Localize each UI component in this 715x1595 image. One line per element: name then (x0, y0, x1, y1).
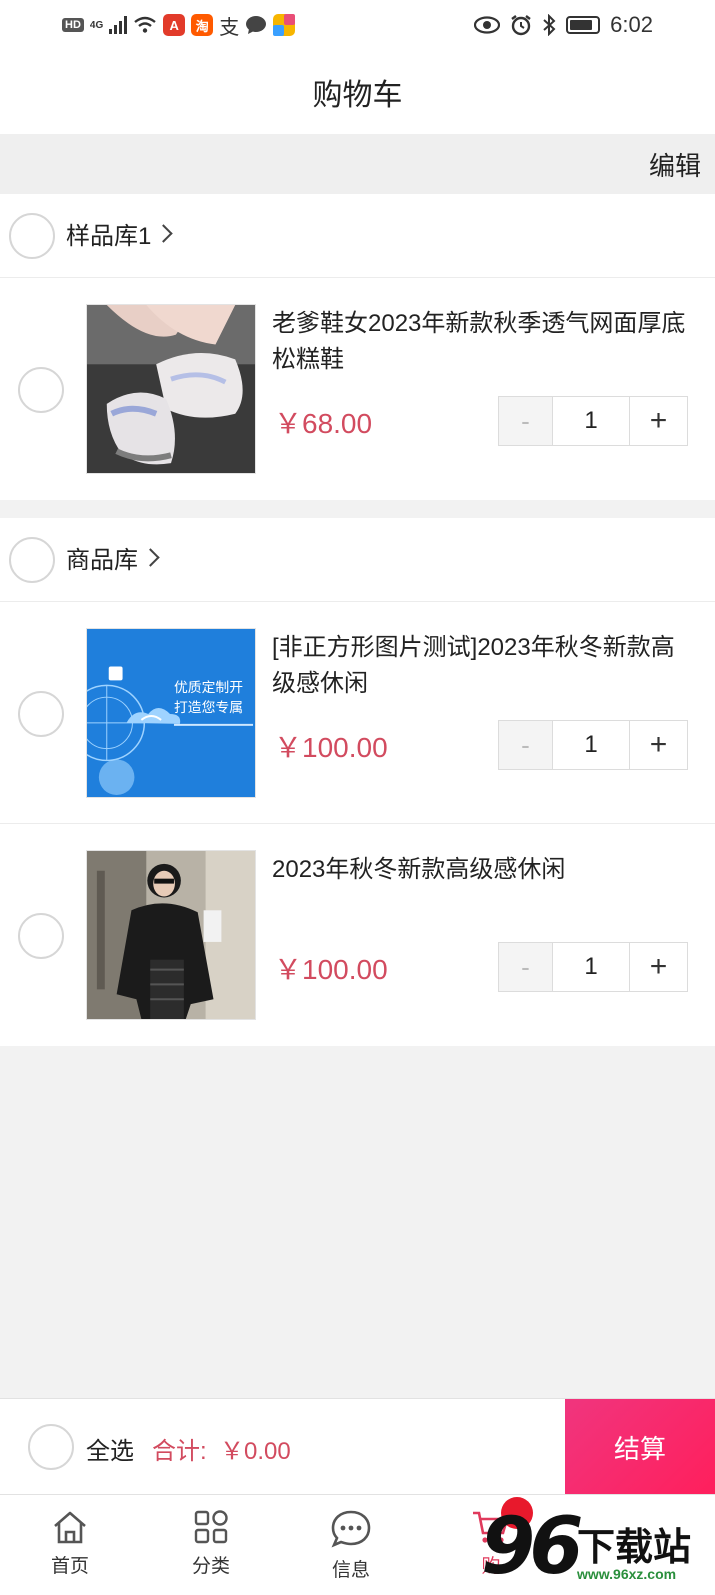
grid-icon (194, 1510, 228, 1544)
checkout-bar: 全选 合计: ￥0.00 结算 (0, 1398, 715, 1495)
chat-icon (246, 16, 267, 34)
taobao-icon: 淘 (191, 14, 214, 36)
increment-button[interactable]: + (629, 943, 687, 991)
watermark-text: 下载站 (577, 1527, 692, 1569)
home-icon (54, 1511, 86, 1544)
a-app-icon: A (163, 14, 186, 36)
quantity-input[interactable]: 1 (553, 943, 629, 991)
status-time: 6:02 (610, 12, 653, 37)
alipay-icon: 支 (219, 16, 240, 39)
tab-home[interactable]: 首页 (10, 1495, 130, 1595)
item-title[interactable]: 2023年秋冬新款高级感休闲 (272, 852, 697, 888)
group-name-link[interactable]: 商品库 (66, 540, 160, 575)
watermark-url: www.96xz.com (577, 1566, 677, 1582)
alarm-icon (511, 15, 531, 36)
hd-badge: HD (62, 18, 84, 32)
select-all-label[interactable]: 全选 (86, 1431, 134, 1466)
item-checkbox[interactable] (18, 691, 64, 737)
banner-image[interactable]: 优质定制开 打造您专属 (86, 628, 256, 798)
checkout-button[interactable]: 结算 (565, 1399, 715, 1495)
group-name: 商品库 (66, 547, 138, 574)
item-title[interactable]: [非正方形图片测试]2023年秋冬新款高级感休闲 (272, 630, 697, 702)
select-all-checkbox[interactable] (28, 1424, 74, 1470)
item-price: ￥100.00 (274, 954, 388, 985)
battery-icon (566, 16, 601, 34)
watermark-number: 96 (481, 1502, 584, 1592)
bluetooth-icon (543, 14, 556, 36)
cart-group: 商品库 优质定制开 打造您专属 [非正方形图片测试]2023年秋冬新款高级感休闲… (0, 518, 715, 1046)
tab-messages-label: 信息 (331, 1560, 370, 1581)
quantity-input[interactable]: 1 (553, 721, 629, 769)
app-header: 购物车 (0, 50, 715, 134)
increment-button[interactable]: + (629, 721, 687, 769)
decrement-button[interactable]: - (499, 943, 553, 991)
page-title: 购物车 (312, 79, 403, 112)
item-price: ￥68.00 (274, 408, 373, 439)
cart-item: 2023年秋冬新款高级感休闲 ￥100.00 - 1 + (0, 824, 715, 1046)
group-header: 商品库 (0, 518, 715, 602)
group-name-link[interactable]: 样品库1 (66, 216, 174, 251)
decrement-button[interactable]: - (499, 721, 553, 769)
banner-text-1: 优质定制开 (174, 680, 243, 696)
eye-icon (474, 16, 501, 34)
total-value: ￥0.00 (220, 1438, 291, 1465)
wifi-icon (134, 16, 156, 33)
watermark-logo: 96 下载站 www.96xz.com (479, 1500, 709, 1595)
quantity-input[interactable]: 1 (553, 397, 629, 445)
group-name: 样品库1 (66, 223, 152, 250)
cart-item: 老爹鞋女2023年新款秋季透气网面厚底松糕鞋 ￥68.00 - 1 + (0, 278, 715, 500)
item-checkbox[interactable] (18, 367, 64, 413)
sneaker-photo[interactable] (86, 304, 256, 474)
quantity-stepper: - 1 + (498, 396, 688, 446)
tab-home-label: 首页 (50, 1556, 89, 1577)
chevron-right-icon (141, 548, 160, 567)
cart-group: 样品库1 老爹鞋女2023年新款秋季透气网面厚底松糕鞋 ￥68.00 - 1 + (0, 194, 715, 500)
signal-icon (109, 16, 128, 34)
group-header: 样品库1 (0, 194, 715, 278)
tab-category-label: 分类 (191, 1556, 230, 1577)
edit-bar: 编辑 (0, 134, 715, 194)
cart-item: 优质定制开 打造您专属 [非正方形图片测试]2023年秋冬新款高级感休闲 ￥10… (0, 602, 715, 824)
item-price: ￥100.00 (274, 732, 388, 763)
item-checkbox[interactable] (18, 913, 64, 959)
message-icon (331, 1510, 371, 1548)
tab-category[interactable]: 分类 (151, 1495, 271, 1595)
status-left: HD 4G A 淘 支 (62, 10, 296, 40)
group-checkbox[interactable] (9, 213, 55, 259)
quantity-stepper: - 1 + (498, 720, 688, 770)
colorful-app-icon (273, 14, 296, 36)
edit-button[interactable]: 编辑 (649, 146, 701, 183)
total-label: 合计: (152, 1438, 207, 1465)
quantity-stepper: - 1 + (498, 942, 688, 992)
chevron-right-icon (154, 224, 174, 243)
increment-button[interactable]: + (629, 397, 687, 445)
decrement-button[interactable]: - (499, 397, 553, 445)
network-badge: 4G (89, 19, 104, 31)
fashion-photo[interactable] (86, 850, 256, 1020)
item-title[interactable]: 老爹鞋女2023年新款秋季透气网面厚底松糕鞋 (272, 306, 697, 378)
banner-text-2: 打造您专属 (174, 699, 243, 716)
group-checkbox[interactable] (9, 537, 55, 583)
status-bar: HD 4G A 淘 支 6:02 (0, 0, 715, 50)
tab-messages[interactable]: 信息 (291, 1495, 411, 1595)
status-right: 6:02 (474, 10, 653, 40)
